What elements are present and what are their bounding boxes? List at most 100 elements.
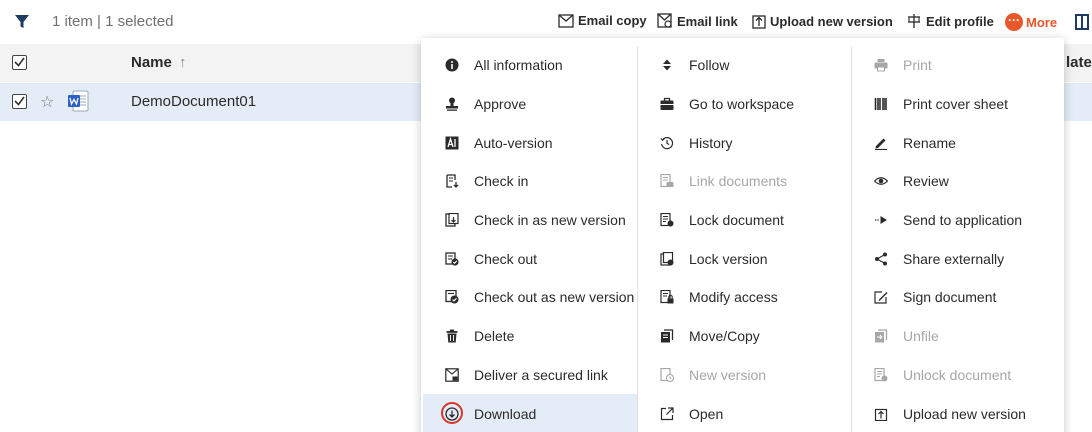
trash-icon bbox=[445, 329, 459, 343]
open-external-icon bbox=[660, 406, 674, 421]
lock-version-icon bbox=[660, 251, 674, 266]
barcode-icon bbox=[874, 97, 888, 111]
edit-profile-icon bbox=[908, 14, 920, 28]
menu-item-download[interactable]: Download bbox=[423, 394, 637, 432]
menu-label: Sign document bbox=[903, 289, 997, 306]
menu-item-auto-version[interactable]: Auto-version bbox=[423, 123, 637, 162]
column-header-name-label: Name bbox=[131, 54, 172, 71]
row-checkbox[interactable] bbox=[12, 94, 27, 109]
menu-item-check-out[interactable]: Check out bbox=[423, 239, 637, 278]
menu-label: Follow bbox=[689, 57, 730, 74]
approve-stamp-icon bbox=[445, 97, 459, 111]
menu-label: Auto-version bbox=[474, 134, 553, 151]
link-documents-icon bbox=[660, 174, 674, 188]
more-button[interactable]: ··· More bbox=[1005, 13, 1057, 31]
menu-item-upload-new-version[interactable]: Upload new version bbox=[852, 394, 1065, 432]
info-icon bbox=[445, 58, 459, 72]
document-name[interactable]: DemoDocument01 bbox=[131, 93, 256, 110]
menu-label: All information bbox=[474, 57, 563, 74]
printer-icon bbox=[874, 58, 888, 72]
menu-label: Deliver a secured link bbox=[474, 366, 608, 383]
menu-label: Link documents bbox=[689, 173, 788, 190]
side-panel-icon[interactable] bbox=[1075, 14, 1089, 30]
menu-label: Rename bbox=[903, 134, 956, 151]
menu-item-open[interactable]: Open bbox=[638, 394, 851, 432]
more-icon: ··· bbox=[1005, 13, 1023, 31]
menu-item-sign-document[interactable]: Sign document bbox=[852, 278, 1065, 317]
menu-item-share-externally[interactable]: Share externally bbox=[852, 239, 1065, 278]
menu-label: Approve bbox=[474, 96, 527, 113]
menu-item-rename[interactable]: Rename bbox=[852, 123, 1065, 162]
menu-item-check-out-new-version[interactable]: Check out as new version bbox=[423, 278, 637, 317]
menu-item-history[interactable]: History bbox=[638, 123, 851, 162]
menu-item-print[interactable]: Print bbox=[852, 46, 1065, 85]
unfile-icon bbox=[874, 329, 888, 343]
email-link-label: Email link bbox=[677, 13, 738, 29]
menu-item-unlock-document[interactable]: Unlock document bbox=[852, 356, 1065, 395]
menu-label: Upload new version bbox=[903, 405, 1026, 422]
move-copy-icon bbox=[660, 329, 674, 343]
menu-item-send-to-application[interactable]: Send to application bbox=[852, 201, 1065, 240]
unlock-document-icon bbox=[874, 367, 888, 382]
sign-icon bbox=[874, 290, 888, 305]
menu-item-delete[interactable]: Delete bbox=[423, 317, 637, 356]
auto-version-icon bbox=[445, 136, 459, 150]
email-copy-button[interactable]: Email copy bbox=[558, 13, 647, 28]
follow-icon bbox=[660, 58, 674, 72]
menu-item-approve[interactable]: Approve bbox=[423, 85, 637, 124]
menu-label: Print bbox=[903, 57, 932, 74]
menu-column-3: Print Print cover sheet Rename Review Se… bbox=[851, 46, 1065, 432]
share-icon bbox=[874, 252, 888, 266]
eye-icon bbox=[874, 174, 888, 188]
check-out-icon bbox=[445, 252, 459, 266]
menu-item-print-cover-sheet[interactable]: Print cover sheet bbox=[852, 85, 1065, 124]
email-link-button[interactable]: Email link bbox=[657, 13, 738, 29]
menu-item-all-information[interactable]: All information bbox=[423, 46, 637, 85]
upload-new-version-label: Upload new version bbox=[770, 13, 893, 29]
menu-label: Open bbox=[689, 405, 724, 422]
menu-item-check-in[interactable]: Check in bbox=[423, 162, 637, 201]
menu-label: Move/Copy bbox=[689, 328, 760, 345]
upload-new-version-button[interactable]: Upload new version bbox=[752, 13, 893, 29]
menu-label: History bbox=[689, 134, 733, 151]
favorite-star-icon[interactable]: ☆ bbox=[40, 92, 54, 112]
menu-item-go-to-workspace[interactable]: Go to workspace bbox=[638, 85, 851, 124]
selection-count: 1 item | 1 selected bbox=[52, 13, 174, 30]
sort-ascending-icon: ↑ bbox=[179, 54, 187, 71]
column-header-date[interactable]: late bbox=[1066, 54, 1092, 71]
email-copy-icon bbox=[558, 13, 574, 28]
menu-label: Go to workspace bbox=[689, 96, 795, 113]
menu-item-new-version[interactable]: New version bbox=[638, 356, 851, 395]
edit-profile-button[interactable]: Edit profile bbox=[906, 13, 994, 29]
filter-icon[interactable] bbox=[14, 14, 30, 30]
menu-item-lock-version[interactable]: Lock version bbox=[638, 239, 851, 278]
column-header-name[interactable]: Name ↑ bbox=[131, 54, 187, 71]
more-label: More bbox=[1026, 14, 1058, 30]
menu-item-link-documents[interactable]: Link documents bbox=[638, 162, 851, 201]
lock-document-icon bbox=[660, 213, 674, 227]
menu-label: Lock document bbox=[689, 212, 784, 229]
menu-label: Print cover sheet bbox=[903, 96, 1009, 113]
menu-item-move-copy[interactable]: Move/Copy bbox=[638, 317, 851, 356]
email-link-icon bbox=[657, 13, 672, 28]
menu-label: Check out bbox=[474, 250, 538, 267]
menu-label: Check in as new version bbox=[474, 212, 626, 229]
menu-item-review[interactable]: Review bbox=[852, 162, 1065, 201]
new-version-icon bbox=[660, 367, 674, 382]
menu-item-deliver-secured-link[interactable]: Deliver a secured link bbox=[423, 356, 637, 395]
app-root: 1 item | 1 selected Email copy Email lin… bbox=[0, 0, 1092, 432]
upload-icon bbox=[752, 15, 766, 29]
highlight-ring bbox=[441, 402, 463, 425]
menu-label: Delete bbox=[474, 328, 515, 345]
menu-item-check-in-new-version[interactable]: Check in as new version bbox=[423, 201, 637, 240]
history-icon bbox=[660, 136, 674, 150]
menu-item-lock-document[interactable]: Lock document bbox=[638, 201, 851, 240]
edit-profile-label: Edit profile bbox=[926, 13, 994, 29]
select-all-checkbox[interactable] bbox=[12, 55, 27, 70]
menu-label: New version bbox=[689, 366, 767, 383]
menu-item-modify-access[interactable]: Modify access bbox=[638, 278, 851, 317]
check-out-new-version-icon bbox=[445, 290, 459, 304]
menu-item-follow[interactable]: Follow bbox=[638, 46, 851, 85]
menu-label: Check out as new version bbox=[474, 289, 635, 306]
menu-item-unfile[interactable]: Unfile bbox=[852, 317, 1065, 356]
